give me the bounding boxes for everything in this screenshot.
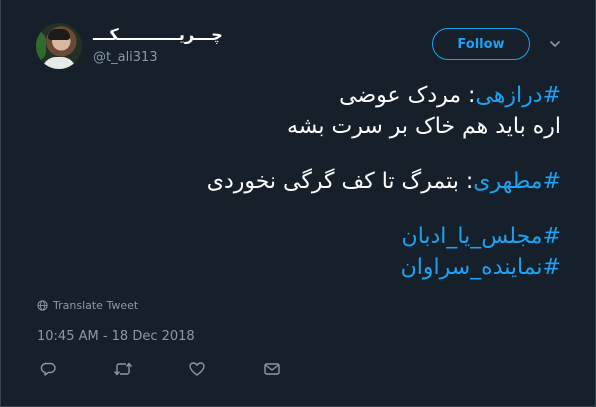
hashtag-link[interactable]: #نماینده_سراوان <box>401 255 561 280</box>
tweet-card: چـــریـــــــــــکـــ @t_ali313 Follow #… <box>0 0 596 407</box>
tweet-line-3: #مطهری: بتمرگ تا کف گرگی نخوردی <box>31 166 561 197</box>
avatar-plant <box>36 31 46 61</box>
tweet-text-segment: : بتمرگ تا کف گرگی نخوردی <box>206 169 474 194</box>
tweet-line-2: اره باید هم خاک بر سرت بشه <box>286 114 561 139</box>
avatar-hair <box>48 29 70 40</box>
tweet-text-segment: : مردک عوضی <box>339 83 476 108</box>
avatar-shirt <box>42 57 76 69</box>
translate-tweet-link[interactable]: Translate Tweet <box>37 299 138 312</box>
line-spacer <box>31 197 561 221</box>
tweet-timestamp[interactable]: 10:45 AM - 18 Dec 2018 <box>37 329 195 344</box>
tweet-line-1: #درازهی: مردک عوضی <box>31 80 561 111</box>
follow-button[interactable]: Follow <box>432 28 530 60</box>
avatar[interactable] <box>36 23 82 69</box>
heart-icon[interactable] <box>188 360 208 380</box>
hashtag-link[interactable]: #مجلس_یا_ادبان <box>402 224 561 249</box>
line-spacer <box>31 142 561 166</box>
chevron-down-icon[interactable] <box>548 37 562 51</box>
translate-label: Translate Tweet <box>53 299 139 312</box>
display-name[interactable]: چـــریـــــــــــکـــ <box>93 25 223 44</box>
hashtag-link[interactable]: #مطهری <box>473 169 561 194</box>
tweet-text: #درازهی: مردک عوضی اره باید هم خاک بر سر… <box>31 80 561 283</box>
tweet-line-4: #مجلس_یا_ادبان <box>31 221 561 252</box>
user-handle[interactable]: @t_ali313 <box>93 50 158 65</box>
retweet-icon[interactable] <box>113 360 133 380</box>
reply-icon[interactable] <box>39 360 59 380</box>
action-bar <box>1 360 596 380</box>
globe-icon <box>37 300 48 311</box>
envelope-icon[interactable] <box>263 360 283 380</box>
tweet-line-5: #نماینده_سراوان <box>31 252 561 283</box>
hashtag-link[interactable]: #درازهی <box>475 83 561 108</box>
